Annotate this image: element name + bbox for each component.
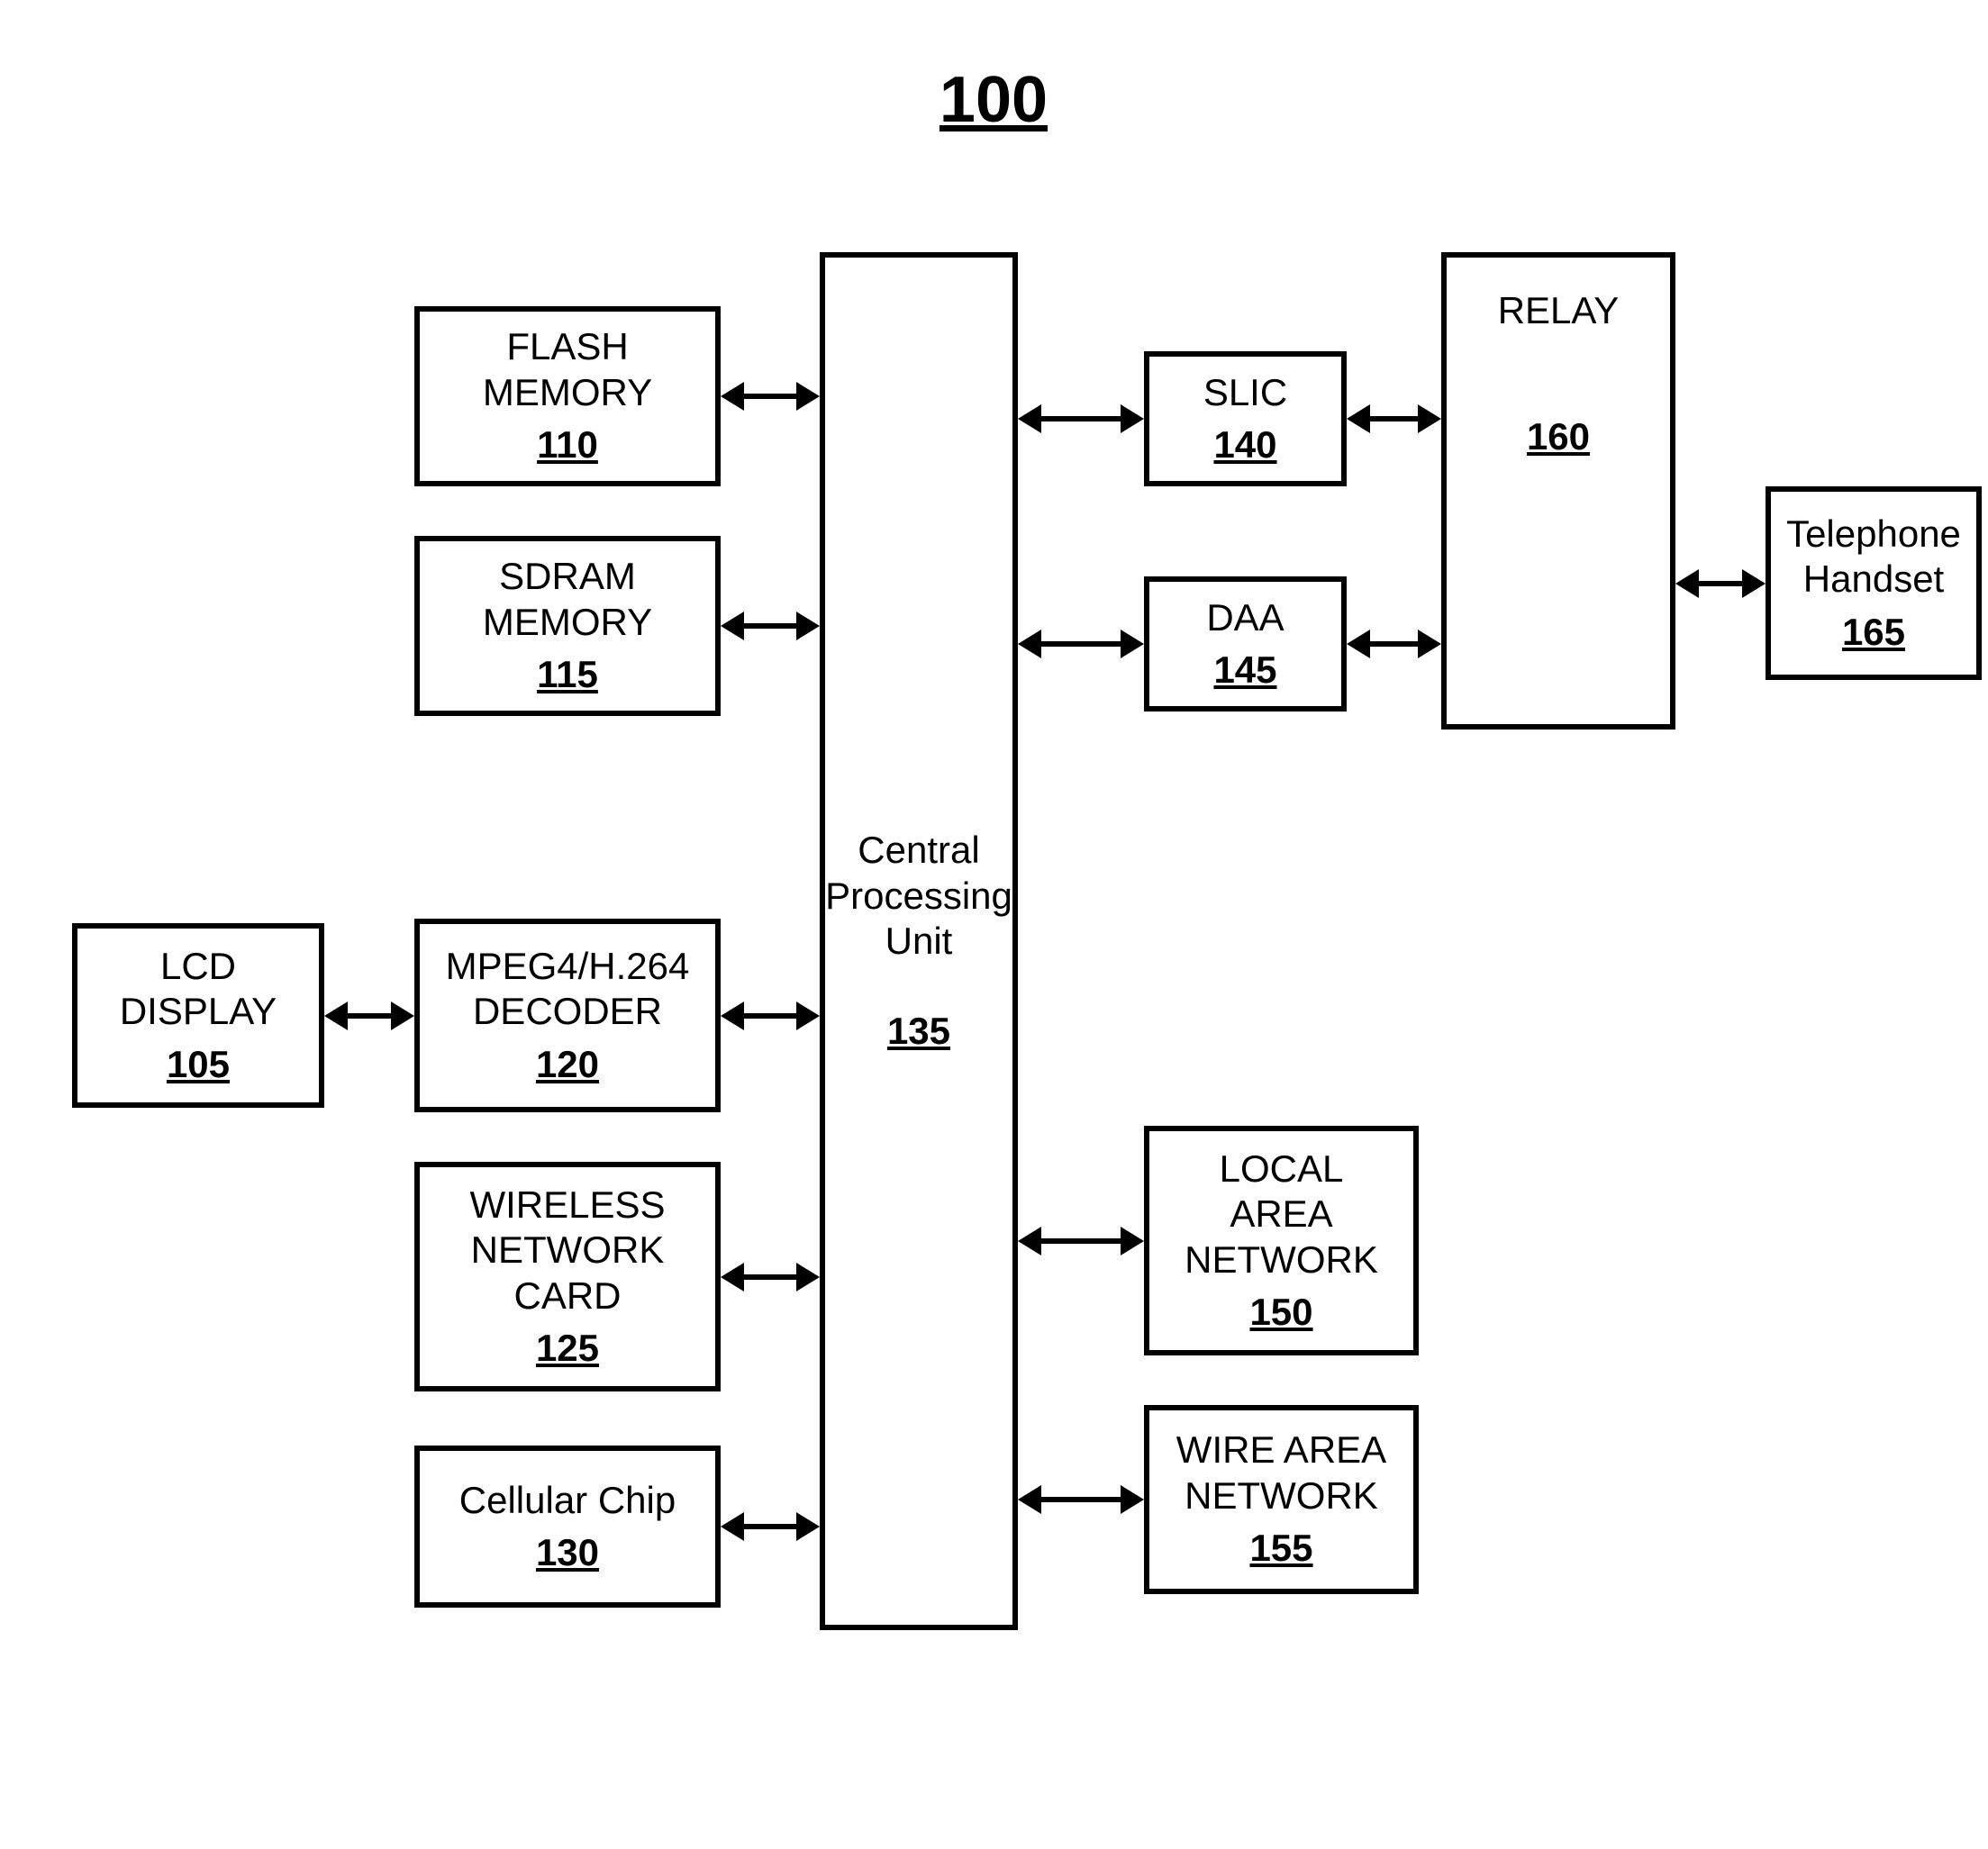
block-telephone-handset: Telephone Handset 165 [1766, 486, 1982, 680]
block-wireless-network-card: WIRELESS NETWORK CARD 125 [414, 1162, 721, 1391]
block-relay: RELAY 160 [1441, 252, 1675, 730]
block-wire-area-network: WIRE AREA NETWORK 155 [1144, 1405, 1419, 1594]
block-daa: DAA 145 [1144, 576, 1347, 712]
block-label: Cellular Chip [459, 1478, 676, 1523]
block-slic: SLIC 140 [1144, 351, 1347, 486]
arrow-sdram-cpu [740, 623, 800, 629]
arrow-wlan-cpu [740, 1274, 800, 1280]
block-cellular-chip: Cellular Chip 130 [414, 1446, 721, 1608]
block-label: DAA [1206, 595, 1284, 640]
arrow-flash-cpu [740, 394, 800, 399]
block-ref: 150 [1249, 1290, 1312, 1335]
diagram-canvas: 100 FLASH MEMORY 110 SDRAM MEMORY 115 MP… [0, 0, 1988, 1849]
block-label: RELAY [1498, 288, 1620, 333]
block-label: Telephone Handset [1786, 512, 1961, 603]
arrow-relay-phone [1695, 581, 1746, 586]
block-ref: 145 [1213, 648, 1276, 693]
arrow-cpu-slic [1038, 416, 1124, 421]
block-sdram-memory: SDRAM MEMORY 115 [414, 536, 721, 716]
arrow-cpu-wan [1038, 1497, 1124, 1502]
block-ref: 120 [536, 1042, 599, 1087]
block-label: MPEG4/H.264 DECODER [446, 944, 690, 1035]
block-cpu: Central Processing Unit 135 [820, 252, 1018, 1630]
arrow-slic-relay [1366, 416, 1421, 421]
block-ref: 115 [537, 652, 598, 697]
block-ref: 105 [167, 1042, 230, 1087]
block-label: WIRELESS NETWORK CARD [469, 1183, 665, 1319]
block-label: WIRE AREA NETWORK [1176, 1428, 1386, 1518]
arrow-mpeg-cpu [740, 1013, 800, 1019]
arrow-cpu-daa [1038, 641, 1124, 647]
block-label: LOCAL AREA NETWORK [1185, 1147, 1378, 1283]
block-ref: 110 [537, 422, 598, 467]
block-mpeg-decoder: MPEG4/H.264 DECODER 120 [414, 919, 721, 1112]
arrow-daa-relay [1366, 641, 1421, 647]
block-ref: 130 [536, 1530, 599, 1575]
arrow-cell-cpu [740, 1524, 800, 1529]
block-ref: 125 [536, 1326, 599, 1371]
block-label: FLASH MEMORY [483, 324, 652, 415]
block-label: LCD DISPLAY [120, 944, 277, 1035]
block-label: Central Processing Unit [825, 828, 1012, 964]
block-ref: 160 [1527, 414, 1590, 459]
block-ref: 155 [1249, 1526, 1312, 1571]
block-ref: 165 [1842, 610, 1905, 655]
arrow-cpu-lan [1038, 1238, 1124, 1244]
block-label: SLIC [1203, 370, 1287, 415]
block-lcd-display: LCD DISPLAY 105 [72, 923, 324, 1108]
block-label: SDRAM MEMORY [483, 554, 652, 645]
diagram-title: 100 [858, 63, 1129, 137]
block-ref: 135 [887, 1009, 950, 1054]
block-ref: 140 [1213, 422, 1276, 467]
block-flash-memory: FLASH MEMORY 110 [414, 306, 721, 486]
block-local-area-network: LOCAL AREA NETWORK 150 [1144, 1126, 1419, 1355]
arrow-lcd-mpeg [344, 1013, 395, 1019]
